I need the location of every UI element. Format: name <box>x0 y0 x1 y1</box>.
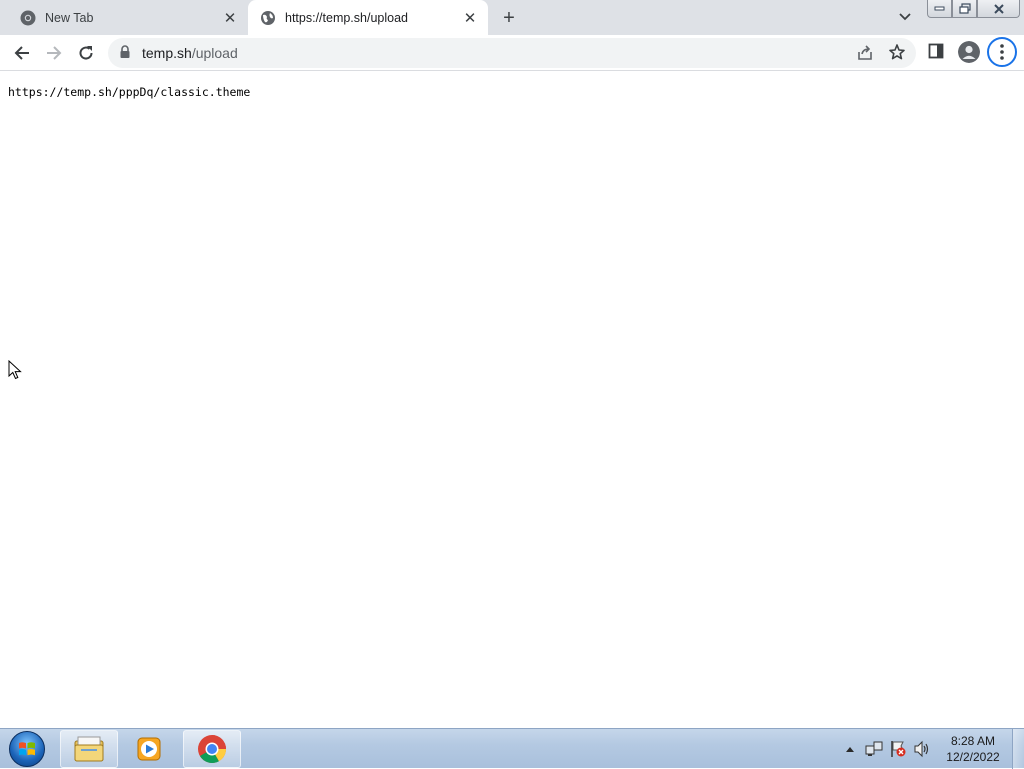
action-center-flag-icon[interactable] <box>888 739 908 759</box>
response-text[interactable]: https://temp.sh/pppDq/classic.theme <box>8 85 250 99</box>
show-hidden-icons-icon[interactable] <box>840 739 860 759</box>
reload-button[interactable] <box>72 39 100 67</box>
address-bar[interactable]: temp.sh/upload <box>108 38 916 68</box>
url-path: /upload <box>191 45 238 61</box>
mouse-pointer-icon <box>8 359 22 385</box>
close-icon[interactable]: ✕ <box>460 8 480 28</box>
start-button[interactable] <box>6 730 48 768</box>
window-controls <box>927 0 1020 18</box>
menu-button[interactable] <box>987 37 1017 67</box>
clock-date: 12/2/2022 <box>946 750 1000 764</box>
profile-avatar[interactable] <box>958 41 980 63</box>
globe-icon <box>260 10 276 26</box>
volume-icon[interactable] <box>912 739 932 759</box>
back-button[interactable] <box>8 39 36 67</box>
taskbar-media-player[interactable] <box>120 730 178 768</box>
arrow-right-icon <box>47 46 62 60</box>
taskbar-chrome[interactable] <box>183 730 241 768</box>
lock-icon[interactable] <box>120 45 130 64</box>
bookmark-star-icon[interactable] <box>888 43 906 66</box>
close-icon[interactable]: ✕ <box>220 8 240 28</box>
chevron-down-icon[interactable] <box>893 7 917 27</box>
taskbar-file-explorer[interactable] <box>60 730 118 768</box>
file-explorer-icon <box>74 736 104 762</box>
kebab-menu-icon <box>1000 44 1004 60</box>
arrow-left-icon <box>14 46 29 60</box>
browser-toolbar: temp.sh/upload <box>0 35 1024 71</box>
taskbar: 8:28 AM 12/2/2022 <box>0 728 1024 769</box>
chrome-icon <box>20 10 36 26</box>
taskbar-clock[interactable]: 8:28 AM 12/2/2022 <box>940 733 1006 765</box>
url-text: temp.sh/upload <box>142 45 238 61</box>
browser-window: New Tab ✕ https://temp.sh/upload ✕ + tem… <box>0 0 1024 728</box>
chrome-icon <box>198 735 227 764</box>
page-content: https://temp.sh/pppDq/classic.theme <box>0 72 1024 728</box>
url-host: temp.sh <box>142 45 192 61</box>
forward-button[interactable] <box>40 39 68 67</box>
tab-temp-sh-upload[interactable]: https://temp.sh/upload ✕ <box>248 0 488 35</box>
network-icon[interactable] <box>864 739 884 759</box>
show-desktop-button[interactable] <box>1012 729 1024 769</box>
minimize-button[interactable] <box>927 0 952 18</box>
tab-title: https://temp.sh/upload <box>285 10 408 25</box>
tab-new-tab[interactable]: New Tab ✕ <box>8 0 248 35</box>
system-tray <box>840 729 936 769</box>
reload-icon <box>79 46 93 60</box>
share-icon[interactable] <box>856 44 874 67</box>
new-tab-button[interactable]: + <box>497 6 521 30</box>
media-player-icon <box>137 737 161 761</box>
side-panel-icon[interactable] <box>928 43 944 64</box>
clock-time: 8:28 AM <box>950 734 996 748</box>
person-icon <box>958 41 980 63</box>
tab-title: New Tab <box>45 10 94 25</box>
restore-button[interactable] <box>952 0 977 18</box>
tab-strip: New Tab ✕ https://temp.sh/upload ✕ + <box>0 0 1024 35</box>
window-close-button[interactable] <box>977 0 1020 18</box>
windows-logo-icon <box>9 731 45 767</box>
